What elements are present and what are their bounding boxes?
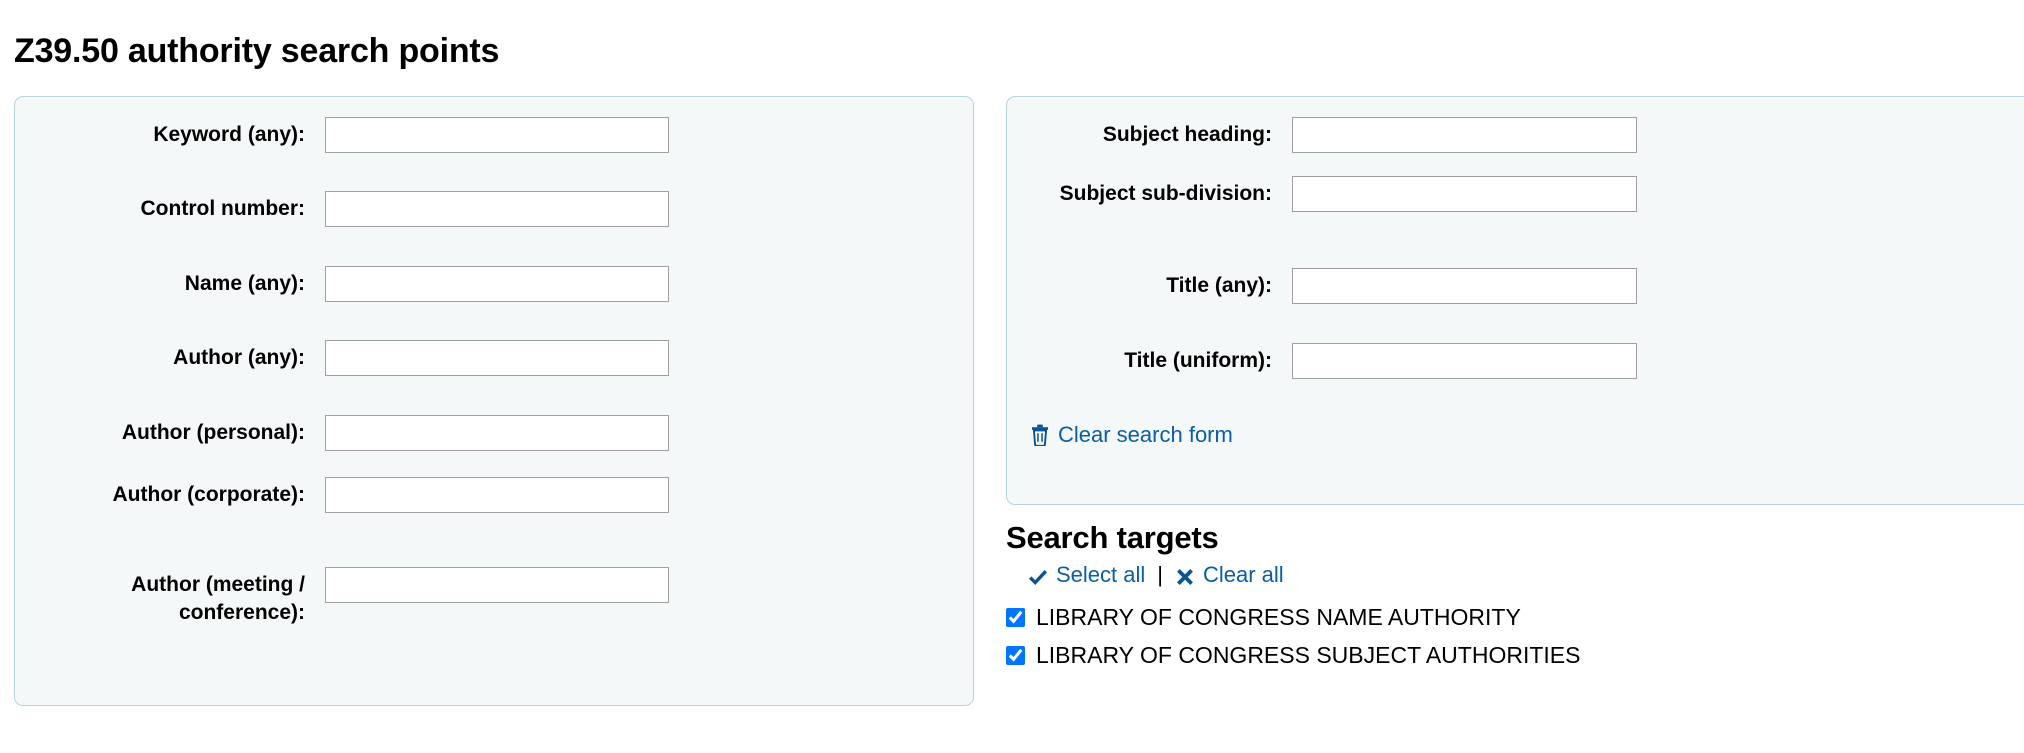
input-author-any[interactable] bbox=[325, 340, 669, 376]
label-control-number: Control number: bbox=[140, 197, 305, 220]
search-target-checkbox[interactable] bbox=[1006, 645, 1025, 665]
search-target-label[interactable]: LIBRARY OF CONGRESS SUBJECT AUTHORITIES bbox=[1036, 639, 1580, 671]
search-targets-section: Search targets Select all | Clear all LI… bbox=[1006, 518, 2016, 674]
search-target-item: LIBRARY OF CONGRESS SUBJECT AUTHORITIES bbox=[1006, 636, 2016, 674]
clear-all-link[interactable]: Clear all bbox=[1175, 560, 1284, 590]
page-title: Z39.50 authority search points bbox=[14, 31, 500, 70]
search-targets-list: LIBRARY OF CONGRESS NAME AUTHORITY LIBRAR… bbox=[1006, 598, 2016, 674]
form-row-title-uniform: Title (uniform): bbox=[1027, 343, 1727, 379]
form-row-name-any: Name (any): bbox=[39, 266, 679, 302]
form-row-control-number: Control number: bbox=[39, 191, 679, 227]
form-row-keyword-any: Keyword (any): bbox=[39, 117, 679, 153]
input-title-uniform[interactable] bbox=[1292, 343, 1637, 379]
form-row-author-any: Author (any): bbox=[39, 340, 679, 376]
input-control-number[interactable] bbox=[325, 191, 669, 227]
right-search-fields-panel: Clear search form Subject heading: Subjec… bbox=[1006, 96, 2024, 505]
check-icon bbox=[1028, 565, 1048, 586]
input-author-corporate[interactable] bbox=[325, 477, 669, 513]
input-keyword-any[interactable] bbox=[325, 117, 669, 153]
input-subject-subdivision[interactable] bbox=[1292, 176, 1637, 212]
label-author-meeting-conference: Author (meeting / conference): bbox=[131, 573, 305, 624]
form-row-subject-heading: Subject heading: bbox=[1027, 117, 1727, 153]
input-author-personal[interactable] bbox=[325, 415, 669, 451]
label-subject-heading: Subject heading: bbox=[1102, 123, 1272, 146]
search-targets-heading: Search targets bbox=[1006, 520, 1219, 555]
clear-all-label: Clear all bbox=[1203, 562, 1284, 587]
form-row-author-meeting-conference: Author (meeting / conference): bbox=[39, 567, 679, 627]
label-title-any: Title (any): bbox=[1166, 274, 1272, 297]
search-target-checkbox[interactable] bbox=[1006, 607, 1025, 627]
search-targets-actions: Select all | Clear all bbox=[1006, 560, 2016, 590]
label-author-corporate: Author (corporate): bbox=[112, 483, 306, 506]
clear-search-form-link[interactable]: Clear search form bbox=[1031, 422, 1233, 448]
input-title-any[interactable] bbox=[1292, 268, 1637, 304]
input-author-meeting-conference[interactable] bbox=[325, 567, 669, 603]
search-target-item: LIBRARY OF CONGRESS NAME AUTHORITY bbox=[1006, 598, 2016, 636]
z3950-authority-search-page: Z39.50 authority search points Keyword (… bbox=[0, 0, 2024, 753]
form-row-author-personal: Author (personal): bbox=[39, 415, 679, 451]
form-row-author-corporate: Author (corporate): bbox=[39, 477, 679, 513]
form-row-subject-subdivision: Subject sub-division: bbox=[1027, 176, 1727, 212]
left-search-fields-panel: Keyword (any): Control number: Name (any):… bbox=[14, 96, 974, 706]
label-subject-subdivision: Subject sub-division: bbox=[1059, 182, 1272, 205]
select-all-label: Select all bbox=[1056, 562, 1146, 587]
label-author-personal: Author (personal): bbox=[121, 421, 305, 444]
trash-icon bbox=[1031, 424, 1049, 447]
cross-icon bbox=[1175, 565, 1195, 585]
label-keyword-any: Keyword (any): bbox=[153, 123, 305, 146]
form-row-title-any: Title (any): bbox=[1027, 268, 1727, 304]
clear-search-form-label: Clear search form bbox=[1058, 422, 1233, 447]
search-target-label[interactable]: LIBRARY OF CONGRESS NAME AUTHORITY bbox=[1036, 601, 1521, 633]
label-name-any: Name (any): bbox=[184, 272, 305, 295]
input-name-any[interactable] bbox=[325, 266, 669, 302]
label-author-any: Author (any): bbox=[173, 346, 305, 369]
actions-separator: | bbox=[1157, 562, 1163, 587]
input-subject-heading[interactable] bbox=[1292, 117, 1637, 153]
select-all-link[interactable]: Select all bbox=[1028, 560, 1145, 590]
label-title-uniform: Title (uniform): bbox=[1124, 349, 1272, 372]
